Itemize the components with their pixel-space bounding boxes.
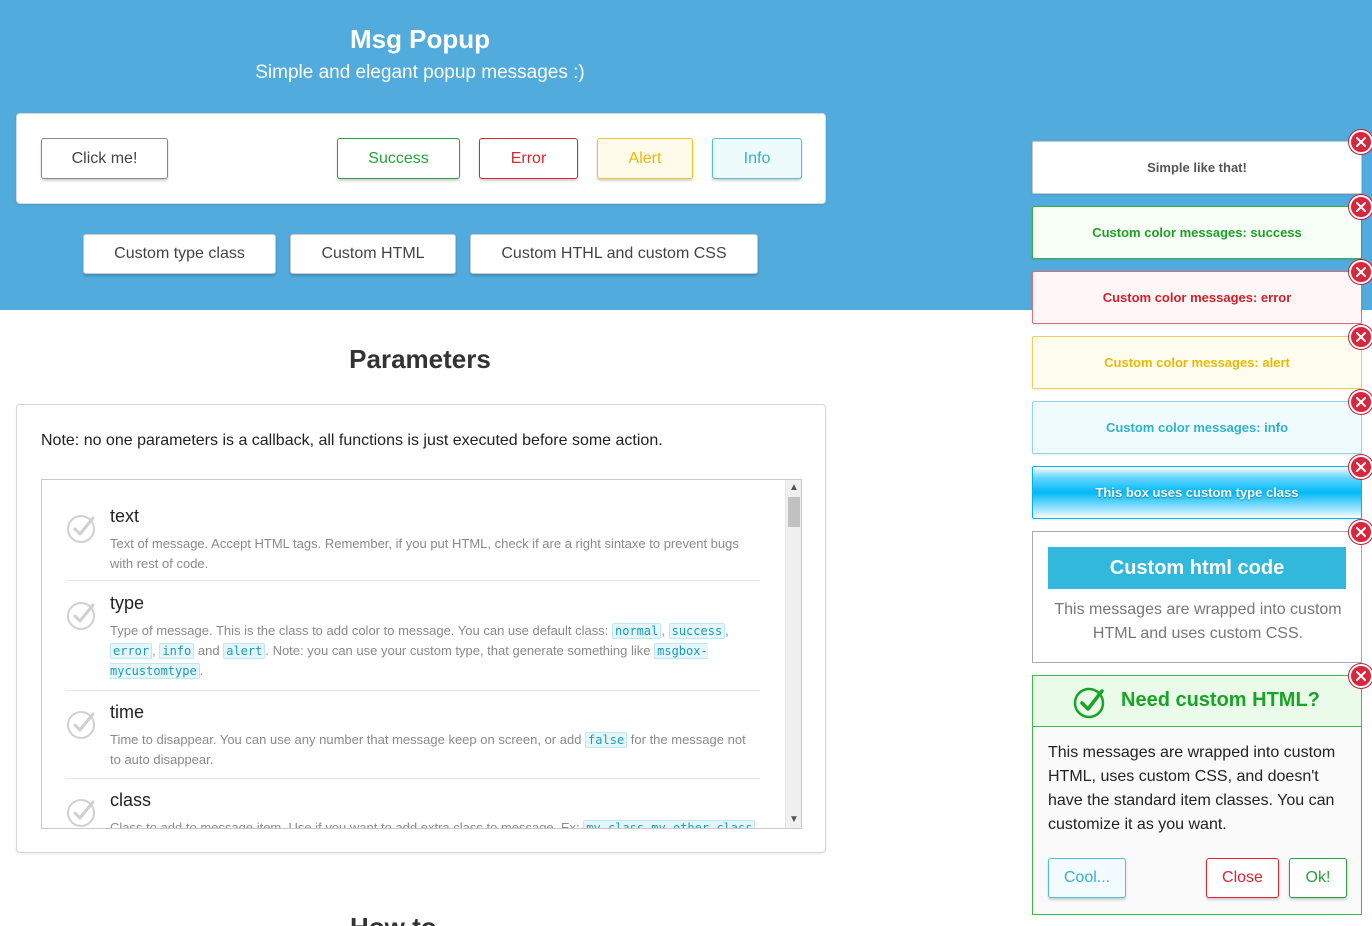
success-button[interactable]: Success: [337, 138, 460, 179]
code-info: info: [159, 643, 195, 659]
code-class: my-class my-other-class: [583, 820, 756, 828]
toast-custom-html: Custom html code This messages are wrapp…: [1032, 520, 1372, 663]
toast-alert: Custom color messages: alert: [1032, 325, 1372, 389]
toast-custom-type: This box uses custom type class: [1032, 455, 1372, 519]
toast-custom-html-css: Need custom HTML? This messages are wrap…: [1032, 664, 1372, 915]
param-name: time: [110, 702, 145, 722]
custom-html-heading: Custom html code: [1048, 547, 1346, 589]
error-button[interactable]: Error: [479, 138, 578, 179]
toast-success: Custom color messages: success: [1032, 195, 1372, 259]
divider: [66, 580, 760, 581]
page-subtitle: Simple and elegant popup messages :): [255, 62, 585, 83]
custom-box-title: Need custom HTML?: [1121, 689, 1320, 711]
alert-button[interactable]: Alert: [597, 138, 693, 179]
param-name: type: [110, 593, 145, 613]
custom-html-css-button[interactable]: Custom HTHL and custom CSS: [470, 234, 758, 274]
param-description: Text of message. Accept HTML tags. Remem…: [110, 536, 739, 571]
param-name: class: [110, 790, 152, 810]
divider: [66, 778, 760, 779]
close-icon[interactable]: [1349, 520, 1372, 544]
check-circle-icon: [67, 515, 95, 543]
close-icon[interactable]: [1349, 260, 1372, 284]
custom-html-text: This messages are wrapped into custom HT…: [1054, 601, 1342, 642]
check-circle-icon: [67, 711, 95, 739]
code-success: success: [668, 623, 726, 639]
toast-simple: Simple like that!: [1032, 130, 1372, 194]
custom-type-class-button[interactable]: Custom type class: [83, 234, 276, 274]
list-item: type Type of message. This is the class …: [66, 593, 760, 683]
list-scrollbar[interactable]: ▲ ▼: [785, 480, 801, 828]
parameters-panel: Note: no one parameters is a callback, a…: [16, 404, 826, 853]
divider: [66, 690, 760, 691]
toast-error: Custom color messages: error: [1032, 260, 1372, 324]
info-button[interactable]: Info: [712, 138, 802, 179]
custom-box-text: This messages are wrapped into custom HT…: [1048, 744, 1336, 833]
check-circle-icon: [1073, 687, 1105, 719]
toast-text: Custom color messages: error: [1102, 290, 1292, 305]
list-item: class Class to add to message item. Use …: [66, 790, 760, 828]
code-alert: alert: [223, 643, 266, 659]
param-description: Type of message. This is the class to ad…: [110, 623, 729, 679]
list-item: text Text of message. Accept HTML tags. …: [66, 506, 760, 576]
toast-text: Custom color messages: success: [1092, 225, 1302, 240]
cool-button[interactable]: Cool...: [1048, 858, 1126, 898]
close-icon[interactable]: [1349, 455, 1372, 479]
code-error: error: [110, 643, 153, 659]
close-icon[interactable]: [1349, 664, 1372, 688]
parameters-heading: Parameters: [349, 344, 491, 374]
chevron-up-icon[interactable]: ▲: [786, 480, 801, 496]
param-name: text: [110, 506, 140, 526]
chevron-down-icon[interactable]: ▼: [786, 812, 801, 828]
code-normal: normal: [612, 623, 662, 639]
demo-button-panel: Click me! Success Error Alert Info: [16, 113, 826, 204]
custom-box-header: Need custom HTML?: [1033, 676, 1361, 727]
ok-button[interactable]: Ok!: [1289, 858, 1347, 898]
parameters-list[interactable]: text Text of message. Accept HTML tags. …: [41, 479, 802, 829]
toast-info: Custom color messages: info: [1032, 390, 1372, 454]
close-icon[interactable]: [1349, 130, 1372, 154]
toast-text: Simple like that!: [1147, 160, 1247, 175]
howto-heading: How to: [350, 912, 437, 926]
toast-text: This box uses custom type class: [1095, 485, 1299, 500]
toast-text: Custom color messages: alert: [1104, 355, 1290, 370]
code-false: false: [585, 732, 628, 748]
param-description: Class to add to message item. Use if you…: [110, 818, 760, 828]
click-me-button[interactable]: Click me!: [41, 138, 168, 179]
list-item: time Time to disappear. You can use any …: [66, 702, 760, 772]
check-circle-icon: [67, 799, 95, 827]
close-icon[interactable]: [1349, 195, 1372, 219]
close-button[interactable]: Close: [1206, 858, 1279, 898]
check-circle-icon: [67, 602, 95, 630]
parameters-note: Note: no one parameters is a callback, a…: [41, 432, 663, 449]
close-icon[interactable]: [1349, 390, 1372, 414]
page-title: Msg Popup: [349, 24, 491, 54]
scroll-thumb[interactable]: [788, 497, 800, 527]
toast-text: Custom color messages: info: [1105, 420, 1289, 435]
close-icon[interactable]: [1349, 325, 1372, 349]
param-description: Time to disappear. You can use any numbe…: [110, 732, 746, 767]
custom-html-button[interactable]: Custom HTML: [290, 234, 456, 274]
